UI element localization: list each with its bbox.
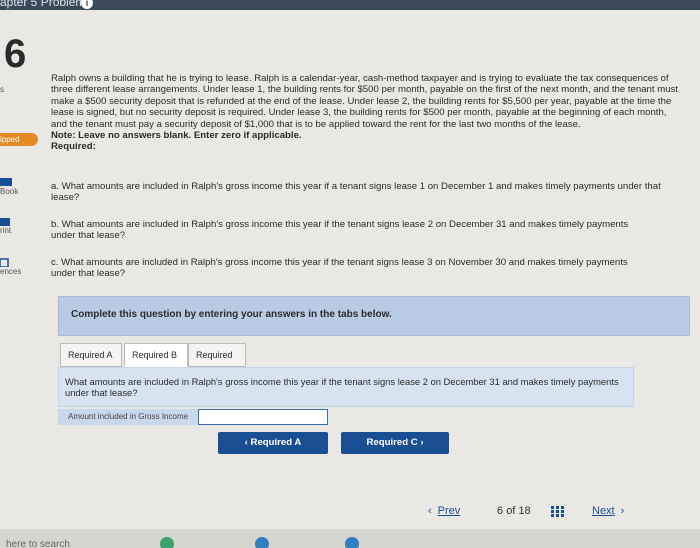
question-number: 6 bbox=[4, 32, 27, 76]
sidebar-item-points[interactable]: s bbox=[0, 85, 4, 94]
question-a: a. What amounts are included in Ralph's … bbox=[51, 181, 661, 204]
chevron-right-icon: › bbox=[417, 437, 424, 448]
next-tab-button[interactable]: Required C › bbox=[341, 432, 449, 454]
next-question-button[interactable]: Next › bbox=[592, 505, 624, 517]
question-b: b. What amounts are included in Ralph's … bbox=[51, 219, 629, 242]
taskbar-search[interactable]: here to search bbox=[6, 539, 70, 548]
problem-text: Ralph owns a building that he is trying … bbox=[51, 73, 678, 130]
window-title-bar: apter 5 Problems i bbox=[0, 0, 700, 10]
sidebar-item-print[interactable]: rint bbox=[0, 226, 11, 235]
tab-required-c[interactable]: Required C bbox=[188, 343, 246, 382]
answer-label: Amount included in Gross Income bbox=[58, 409, 198, 425]
page-indicator[interactable]: 6 of 18 bbox=[497, 505, 531, 517]
question-nav-footer: ‹ Prev 6 of 18 Next › bbox=[0, 505, 700, 527]
gross-income-input[interactable] bbox=[198, 409, 328, 425]
chapter-title: apter 5 Problems bbox=[0, 0, 92, 9]
os-taskbar: here to search bbox=[0, 529, 700, 548]
problem-statement: Ralph owns a building that he is trying … bbox=[51, 73, 681, 153]
app-icon[interactable] bbox=[255, 537, 269, 548]
chevron-right-icon: › bbox=[620, 505, 625, 517]
app-icon[interactable] bbox=[345, 537, 359, 548]
sidebar-item-ebook[interactable]: Book bbox=[0, 187, 18, 196]
app-icon[interactable] bbox=[160, 537, 174, 548]
page-total: of 18 bbox=[506, 505, 531, 517]
skipped-badge[interactable]: ipped bbox=[0, 133, 38, 146]
tab-required-b[interactable]: Required B bbox=[124, 343, 188, 367]
problem-note: Note: Leave no answers blank. Enter zero… bbox=[51, 130, 302, 142]
grid-icon[interactable] bbox=[551, 506, 565, 521]
instruction-text: Complete this question by entering your … bbox=[71, 309, 392, 320]
required-heading: Required: bbox=[51, 141, 96, 153]
question-c: c. What amounts are included in Ralph's … bbox=[51, 257, 628, 280]
content-question: What amounts are included in Ralph's gro… bbox=[65, 376, 619, 398]
prev-tab-button[interactable]: ‹ Required A bbox=[218, 432, 328, 454]
prev-question-button[interactable]: ‹ Prev bbox=[428, 505, 460, 517]
page-current: 6 bbox=[497, 505, 504, 517]
tab-required-a[interactable]: Required A bbox=[60, 343, 122, 367]
sidebar-item-references[interactable]: ences bbox=[0, 267, 21, 276]
instruction-panel: Complete this question by entering your … bbox=[58, 296, 690, 336]
tab-content: What amounts are included in Ralph's gro… bbox=[58, 367, 634, 407]
chevron-left-icon: ‹ bbox=[428, 505, 432, 517]
